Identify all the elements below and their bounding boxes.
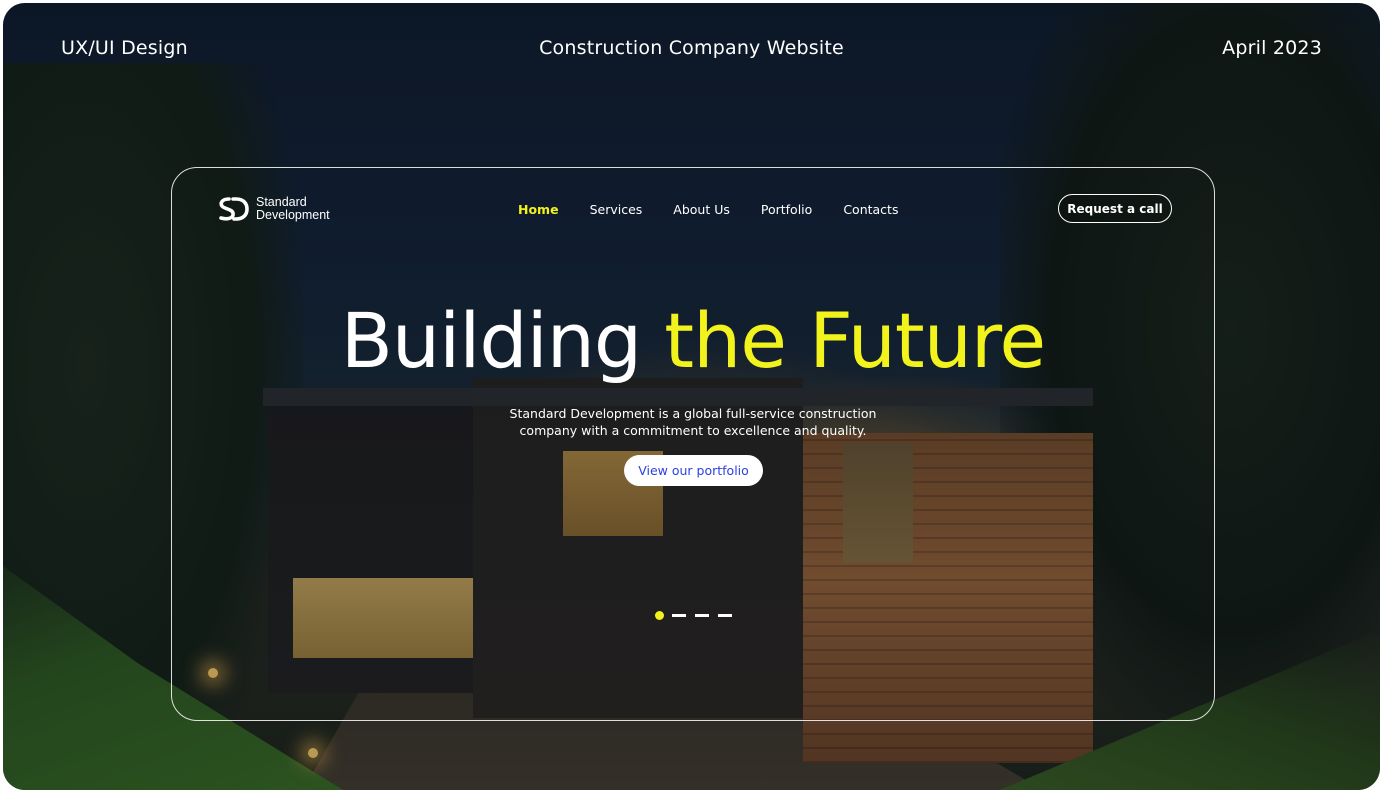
hero-subtitle: Standard Development is a global full-se…: [509, 406, 877, 438]
nav-item-services[interactable]: Services: [590, 202, 643, 217]
nav-item-home[interactable]: Home: [518, 202, 559, 217]
website-preview-card: Standard Development Home Services About…: [171, 167, 1215, 721]
slider-indicator-active[interactable]: [655, 611, 664, 620]
presentation-title-label: Construction Company Website: [539, 37, 844, 59]
nav-item-portfolio[interactable]: Portfolio: [761, 202, 812, 217]
slider-indicator[interactable]: [672, 614, 686, 617]
slider-indicator[interactable]: [718, 614, 732, 617]
hero-title-plain: Building: [340, 296, 642, 385]
hero-title-accent: the Future: [664, 296, 1046, 385]
hero-background-frame: UX/UI Design Construction Company Websit…: [3, 3, 1380, 790]
request-call-button[interactable]: Request a call: [1058, 194, 1172, 223]
slider-pagination: [655, 611, 741, 620]
logo-wordmark: Standard Development: [256, 195, 330, 222]
slider-indicator[interactable]: [695, 614, 709, 617]
presentation-date-label: April 2023: [1222, 37, 1322, 59]
view-portfolio-button[interactable]: View our portfolio: [624, 455, 763, 486]
nav-item-about-us[interactable]: About Us: [673, 202, 730, 217]
site-logo[interactable]: Standard Development: [216, 195, 330, 223]
main-navigation: Home Services About Us Portfolio Contact…: [518, 202, 929, 217]
sd-monogram-icon: [219, 197, 249, 221]
nav-item-contacts[interactable]: Contacts: [843, 202, 898, 217]
hero-title: Building the Future: [172, 296, 1214, 386]
